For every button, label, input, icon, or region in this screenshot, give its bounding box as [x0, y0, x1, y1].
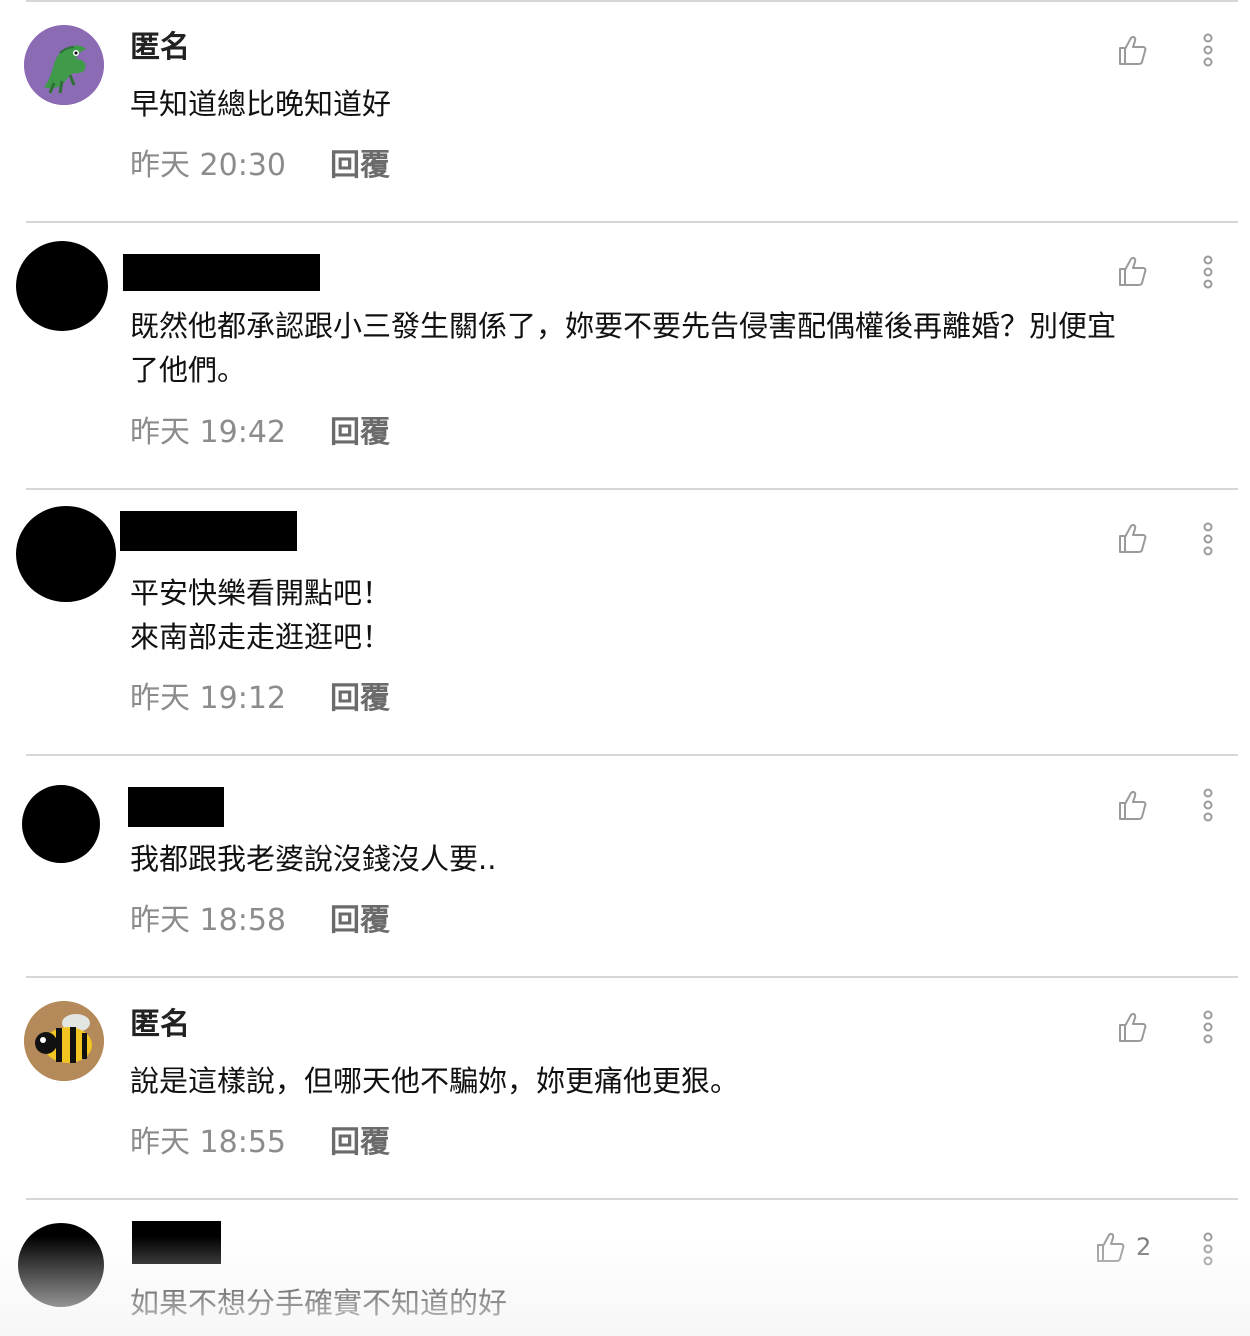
comment-item: 我都跟我老婆說沒錢沒人要.. 昨天 18:58 回覆 [0, 755, 1250, 977]
author-name[interactable]: 匿名 [130, 1007, 190, 1043]
more-vertical-icon[interactable] [1198, 255, 1218, 289]
reply-button[interactable]: 回覆 [330, 681, 390, 717]
thumbs-up-icon[interactable] [1117, 789, 1147, 821]
comment-item: 匿名 說是這樣說，但哪天他不騙妳，妳更痛他更狠。 昨天 18:55 回覆 [0, 977, 1250, 1199]
thumbs-up-icon[interactable] [1117, 34, 1147, 66]
author-name[interactable]: 匿名 [130, 30, 190, 66]
reply-button[interactable]: 回覆 [330, 903, 390, 939]
thumbs-up-icon[interactable] [1095, 1231, 1125, 1263]
reply-button[interactable]: 回覆 [330, 415, 390, 451]
comment-text: 既然他都承認跟小三發生關係了，妳要不要先告侵害配偶權後再離婚？別便宜 了他們。 [130, 309, 1117, 387]
timestamp: 昨天 19:42 [130, 415, 286, 450]
avatar[interactable] [22, 785, 100, 863]
comment-item: 既然他都承認跟小三發生關係了，妳要不要先告侵害配偶權後再離婚？別便宜 了他們。 … [0, 222, 1250, 488]
comment-text: 說是這樣說，但哪天他不騙妳，妳更痛他更狠。 [130, 1064, 740, 1098]
redacted-name [120, 511, 297, 551]
comment-text: 早知道總比晚知道好 [130, 87, 392, 121]
timestamp: 昨天 19:12 [130, 681, 286, 716]
comment-text: 我都跟我老婆說沒錢沒人要.. [130, 842, 497, 876]
more-vertical-icon[interactable] [1198, 1232, 1218, 1266]
timestamp: 昨天 18:55 [130, 1125, 286, 1160]
more-vertical-icon[interactable] [1198, 788, 1218, 822]
redacted-name [132, 1221, 221, 1264]
avatar[interactable] [18, 1223, 104, 1307]
avatar[interactable] [24, 25, 104, 105]
more-vertical-icon[interactable] [1198, 33, 1218, 67]
more-vertical-icon[interactable] [1198, 1010, 1218, 1044]
thumbs-up-icon[interactable] [1117, 522, 1147, 554]
comment-item: 平安快樂看開點吧！ 來南部走走逛逛吧！ 昨天 19:12 回覆 [0, 489, 1250, 755]
comment-item: 匿名 早知道總比晚知道好 昨天 20:30 回覆 [0, 0, 1250, 222]
reply-button[interactable]: 回覆 [330, 1125, 390, 1161]
bee-icon [24, 1001, 104, 1081]
thumbs-up-icon[interactable] [1117, 255, 1147, 287]
timestamp: 昨天 20:30 [130, 148, 286, 183]
redacted-name [128, 787, 224, 827]
comment-text: 如果不想分手確實不知道的好 [130, 1286, 508, 1320]
more-vertical-icon[interactable] [1198, 522, 1218, 556]
comment-text: 平安快樂看開點吧！ 來南部走走逛逛吧！ [130, 576, 392, 654]
crocodile-icon [24, 25, 104, 105]
redacted-name [123, 254, 320, 291]
avatar[interactable] [24, 1001, 104, 1081]
like-count: 2 [1136, 1233, 1152, 1261]
timestamp: 昨天 18:58 [130, 903, 286, 938]
avatar[interactable] [16, 506, 116, 602]
reply-button[interactable]: 回覆 [330, 148, 390, 184]
avatar[interactable] [16, 241, 108, 331]
comment-item: 如果不想分手確實不知道的好 2 [0, 1199, 1250, 1336]
thumbs-up-icon[interactable] [1117, 1011, 1147, 1043]
